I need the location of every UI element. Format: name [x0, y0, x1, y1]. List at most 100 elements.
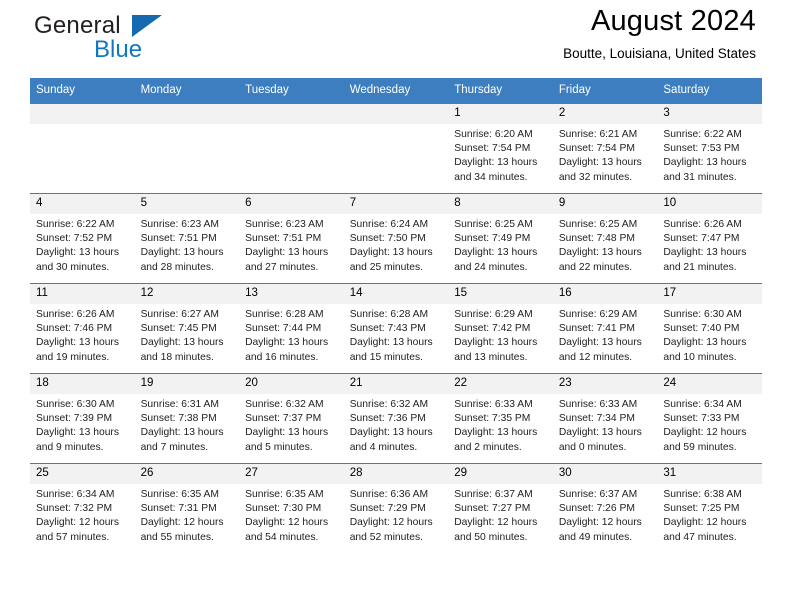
calendar-day-cell[interactable]: 22 Sunrise: 6:33 AM Sunset: 7:35 PM Dayligh…: [448, 373, 553, 464]
daylight-duration-line2: and 7 minutes.: [140, 441, 209, 453]
calendar-day-cell[interactable]: 7 Sunrise: 6:24 AM Sunset: 7:50 PM Daylight…: [343, 193, 449, 284]
calendar-day-cell[interactable]: 25 Sunrise: 6:34 AM Sunset: 7:32 PM Dayligh…: [30, 463, 135, 553]
calendar-day-cell[interactable]: 2 Sunrise: 6:21 AM Sunset: 7:54 PM Daylight…: [552, 103, 658, 194]
calendar-day-cell-empty: [239, 103, 344, 194]
daylight-duration-line1: Daylight: 12 hours: [245, 517, 329, 529]
daylight-duration-line1: Daylight: 13 hours: [140, 337, 224, 349]
daylight-duration-line1: Daylight: 13 hours: [349, 247, 433, 259]
daylight-duration-line2: and 55 minutes.: [140, 531, 214, 543]
sunset-time: Sunset: 7:38 PM: [140, 413, 217, 425]
day-details: Sunrise: 6:22 AM Sunset: 7:52 PM Daylight:…: [30, 214, 135, 275]
day-details: Sunrise: 6:26 AM Sunset: 7:47 PM Daylight:…: [657, 214, 762, 275]
day-details: Sunrise: 6:27 AM Sunset: 7:45 PM Daylight:…: [135, 304, 240, 365]
calendar-page: General Blue August 2024 Boutte, Louisia…: [0, 0, 792, 612]
day-number: 11: [30, 284, 135, 304]
calendar-body: 1 Sunrise: 6:20 AM Sunset: 7:54 PM Daylight…: [30, 103, 762, 553]
sunset-time: Sunset: 7:36 PM: [349, 413, 426, 425]
day-details: Sunrise: 6:26 AM Sunset: 7:46 PM Daylight:…: [30, 304, 135, 365]
calendar-day-cell[interactable]: 24 Sunrise: 6:34 AM Sunset: 7:33 PM Dayligh…: [657, 373, 762, 464]
day-number: 3: [657, 104, 762, 124]
day-number: 10: [657, 194, 762, 214]
daylight-duration-line2: and 47 minutes.: [663, 531, 737, 543]
calendar-day-cell[interactable]: 31 Sunrise: 6:38 AM Sunset: 7:25 PM Dayligh…: [657, 463, 762, 553]
calendar-day-cell[interactable]: 14 Sunrise: 6:28 AM Sunset: 7:43 PM Dayligh…: [343, 283, 449, 374]
sunrise-time: Sunrise: 6:32 AM: [245, 399, 324, 410]
calendar-day-cell[interactable]: 5 Sunrise: 6:23 AM Sunset: 7:51 PM Daylight…: [134, 193, 240, 284]
sunrise-time: Sunrise: 6:20 AM: [454, 129, 533, 140]
weekday-header-wednesday: Wednesday: [343, 78, 449, 104]
day-details: Sunrise: 6:29 AM Sunset: 7:41 PM Daylight:…: [553, 304, 658, 365]
daylight-duration-line1: Daylight: 13 hours: [454, 427, 538, 439]
daylight-duration-line2: and 52 minutes.: [349, 531, 423, 543]
sunset-time: Sunset: 7:33 PM: [663, 413, 740, 425]
daylight-duration-line1: Daylight: 13 hours: [558, 427, 642, 439]
daylight-duration-line2: and 25 minutes.: [349, 261, 423, 273]
calendar-day-cell[interactable]: 15 Sunrise: 6:29 AM Sunset: 7:42 PM Dayligh…: [448, 283, 553, 374]
general-blue-logo[interactable]: General Blue: [34, 12, 264, 68]
day-number: 14: [343, 284, 449, 304]
day-number: 4: [30, 194, 135, 214]
day-number: 9: [552, 194, 658, 214]
sunset-time: Sunset: 7:42 PM: [454, 323, 531, 335]
sunset-time: Sunset: 7:27 PM: [454, 503, 531, 515]
triangle-flag-icon: [132, 15, 162, 37]
calendar-day-cell[interactable]: 13 Sunrise: 6:28 AM Sunset: 7:44 PM Dayligh…: [239, 283, 344, 374]
calendar-day-cell[interactable]: 27 Sunrise: 6:35 AM Sunset: 7:30 PM Dayligh…: [239, 463, 344, 553]
sunrise-time: Sunrise: 6:36 AM: [349, 489, 429, 500]
day-number: [30, 104, 135, 124]
sunrise-time: Sunrise: 6:26 AM: [36, 309, 115, 320]
daylight-duration-line2: and 49 minutes.: [558, 531, 633, 543]
calendar-day-cell[interactable]: 4 Sunrise: 6:22 AM Sunset: 7:52 PM Daylight…: [30, 193, 135, 284]
day-number: [343, 104, 449, 124]
day-details: Sunrise: 6:28 AM Sunset: 7:44 PM Daylight:…: [239, 304, 344, 365]
calendar-day-cell[interactable]: 9 Sunrise: 6:25 AM Sunset: 7:48 PM Daylight…: [552, 193, 658, 284]
sunset-time: Sunset: 7:40 PM: [663, 323, 740, 335]
calendar-day-cell[interactable]: 18 Sunrise: 6:30 AM Sunset: 7:39 PM Dayligh…: [30, 373, 135, 464]
daylight-duration-line1: Daylight: 12 hours: [558, 517, 642, 529]
calendar-day-cell[interactable]: 10 Sunrise: 6:26 AM Sunset: 7:47 PM Dayligh…: [657, 193, 762, 284]
calendar-day-cell[interactable]: 30 Sunrise: 6:37 AM Sunset: 7:26 PM Dayligh…: [552, 463, 658, 553]
daylight-duration-line1: Daylight: 13 hours: [349, 427, 433, 439]
calendar-day-cell[interactable]: 26 Sunrise: 6:35 AM Sunset: 7:31 PM Dayligh…: [134, 463, 240, 553]
calendar-day-cell[interactable]: 3 Sunrise: 6:22 AM Sunset: 7:53 PM Daylight…: [657, 103, 762, 194]
location-subtitle: Boutte, Louisiana, United States: [563, 46, 756, 61]
calendar-day-cell[interactable]: 6 Sunrise: 6:23 AM Sunset: 7:51 PM Daylight…: [239, 193, 344, 284]
day-number: 29: [448, 464, 553, 484]
day-number: 12: [134, 284, 240, 304]
day-details: Sunrise: 6:35 AM Sunset: 7:30 PM Daylight:…: [239, 484, 344, 545]
calendar-day-cell[interactable]: 23 Sunrise: 6:33 AM Sunset: 7:34 PM Dayligh…: [552, 373, 658, 464]
daylight-duration-line1: Daylight: 13 hours: [663, 157, 747, 169]
day-details: Sunrise: 6:28 AM Sunset: 7:43 PM Daylight:…: [344, 304, 449, 365]
calendar-day-cell[interactable]: 19 Sunrise: 6:31 AM Sunset: 7:38 PM Dayligh…: [134, 373, 240, 464]
calendar-day-cell[interactable]: 21 Sunrise: 6:32 AM Sunset: 7:36 PM Dayligh…: [343, 373, 449, 464]
day-number: 6: [239, 194, 344, 214]
calendar-day-cell[interactable]: 17 Sunrise: 6:30 AM Sunset: 7:40 PM Dayligh…: [657, 283, 762, 374]
calendar-day-cell[interactable]: 11 Sunrise: 6:26 AM Sunset: 7:46 PM Dayligh…: [30, 283, 135, 374]
sunrise-time: Sunrise: 6:35 AM: [140, 489, 219, 500]
daylight-duration-line1: Daylight: 12 hours: [454, 517, 538, 529]
daylight-duration-line2: and 10 minutes.: [663, 351, 737, 363]
day-number: [239, 104, 344, 124]
day-number: 28: [343, 464, 449, 484]
daylight-duration-line1: Daylight: 12 hours: [140, 517, 224, 529]
day-details: Sunrise: 6:32 AM Sunset: 7:37 PM Daylight:…: [239, 394, 344, 455]
sunset-time: Sunset: 7:30 PM: [245, 503, 322, 515]
day-number: 18: [30, 374, 135, 394]
calendar-day-cell[interactable]: 20 Sunrise: 6:32 AM Sunset: 7:37 PM Dayligh…: [239, 373, 344, 464]
day-details: Sunrise: 6:22 AM Sunset: 7:53 PM Daylight:…: [657, 124, 762, 185]
calendar-day-cell[interactable]: 28 Sunrise: 6:36 AM Sunset: 7:29 PM Dayligh…: [343, 463, 449, 553]
calendar-day-cell[interactable]: 12 Sunrise: 6:27 AM Sunset: 7:45 PM Dayligh…: [134, 283, 240, 374]
sunrise-time: Sunrise: 6:32 AM: [349, 399, 429, 410]
day-number: 2: [552, 104, 658, 124]
sunrise-time: Sunrise: 6:33 AM: [558, 399, 638, 410]
calendar-day-cell[interactable]: 29 Sunrise: 6:37 AM Sunset: 7:27 PM Dayligh…: [448, 463, 553, 553]
day-details: Sunrise: 6:33 AM Sunset: 7:34 PM Daylight:…: [553, 394, 658, 455]
daylight-duration-line2: and 4 minutes.: [349, 441, 418, 453]
calendar-week-row: 4 Sunrise: 6:22 AM Sunset: 7:52 PM Daylight…: [30, 193, 762, 284]
calendar-day-cell[interactable]: 16 Sunrise: 6:29 AM Sunset: 7:41 PM Dayligh…: [552, 283, 658, 374]
calendar-day-cell[interactable]: 8 Sunrise: 6:25 AM Sunset: 7:49 PM Daylight…: [448, 193, 553, 284]
calendar-day-cell[interactable]: 1 Sunrise: 6:20 AM Sunset: 7:54 PM Daylight…: [448, 103, 553, 194]
weekday-header-thursday: Thursday: [448, 78, 553, 104]
sunset-time: Sunset: 7:26 PM: [558, 503, 635, 515]
daylight-duration-line2: and 22 minutes.: [558, 261, 633, 273]
